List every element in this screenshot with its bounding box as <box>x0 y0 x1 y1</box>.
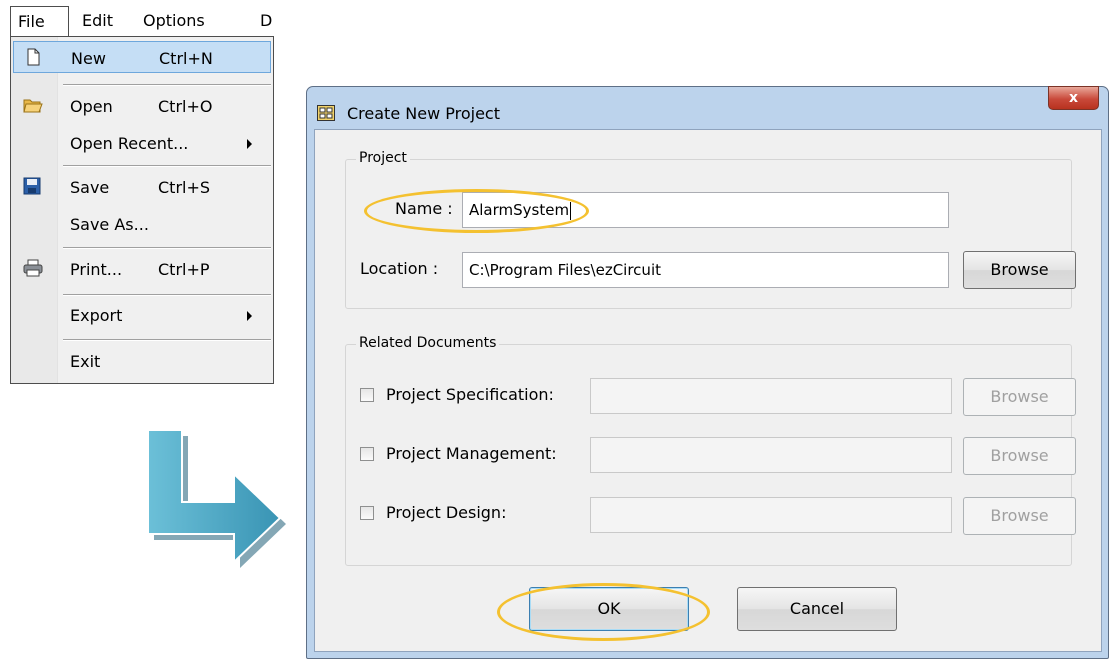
menu-options[interactable]: Options <box>143 11 205 30</box>
menu-item-shortcut: Ctrl+P <box>158 260 210 279</box>
project-design-checkbox[interactable] <box>360 506 374 520</box>
project-management-label: Project Management: <box>386 444 557 463</box>
menu-item-save-as[interactable]: Save As... <box>13 208 271 240</box>
menu-item-label: Open Recent... <box>70 134 189 153</box>
close-button[interactable]: x <box>1048 86 1099 110</box>
open-folder-icon <box>23 96 43 114</box>
name-input[interactable]: AlarmSystem <box>462 192 949 228</box>
project-management-checkbox[interactable] <box>360 447 374 461</box>
project-design-label: Project Design: <box>386 503 507 522</box>
menu-item-export[interactable]: Export <box>13 299 271 331</box>
menu-separator <box>63 339 271 341</box>
name-input-value: AlarmSystem <box>469 201 570 219</box>
menu-item-new[interactable]: New Ctrl+N <box>13 41 271 73</box>
menu-separator <box>63 247 271 249</box>
project-specification-label: Project Specification: <box>386 385 554 404</box>
menu-separator <box>63 294 271 296</box>
menu-separator <box>63 165 271 167</box>
cancel-button-label: Cancel <box>789 599 845 618</box>
menu-item-shortcut: Ctrl+N <box>159 49 213 68</box>
menu-item-label: Exit <box>70 352 101 371</box>
name-label: Name : <box>395 199 453 218</box>
menu-item-shortcut: Ctrl+O <box>158 97 213 116</box>
create-new-project-dialog: Create New Project x Project Name : Alar… <box>306 86 1109 659</box>
browse-button-label: Browse <box>990 387 1049 406</box>
related-documents-title: Related Documents <box>356 335 500 351</box>
menu-item-exit[interactable]: Exit <box>13 345 271 377</box>
submenu-arrow-icon <box>247 139 252 149</box>
menu-item-print[interactable]: Print... Ctrl+P <box>13 253 271 285</box>
menu-item-label: Save <box>70 178 110 197</box>
project-specification-browse-button[interactable]: Browse <box>963 378 1076 416</box>
browse-button-label: Browse <box>990 506 1049 525</box>
dialog-client-area: Project Name : AlarmSystem Location : C:… <box>314 129 1102 652</box>
flow-arrow-icon <box>140 429 290 574</box>
menu-item-label: Export <box>70 306 123 325</box>
new-file-icon <box>24 48 42 66</box>
menu-item-open-recent[interactable]: Open Recent... <box>13 127 271 159</box>
save-disk-icon <box>23 177 41 195</box>
location-input-value: C:\Program Files\ezCircuit <box>469 261 661 279</box>
ok-button[interactable]: OK <box>529 587 689 631</box>
menu-edit[interactable]: Edit <box>82 11 113 30</box>
project-design-input[interactable] <box>590 497 952 533</box>
close-icon: x <box>1068 90 1079 106</box>
location-input[interactable]: C:\Program Files\ezCircuit <box>462 252 949 288</box>
project-group-title: Project <box>356 150 410 166</box>
related-documents-group: Related Documents Project Specification:… <box>345 335 1076 566</box>
menu-d[interactable]: D <box>260 11 272 30</box>
menu-item-label: New <box>71 49 106 68</box>
cancel-button[interactable]: Cancel <box>737 587 897 631</box>
file-menu-dropdown: New Ctrl+N Open Ctrl+O Open Recent... Sa… <box>10 36 274 384</box>
dialog-title-bar[interactable]: Create New Project x <box>307 86 1108 127</box>
project-specification-input[interactable] <box>590 378 952 414</box>
submenu-arrow-icon <box>247 311 252 321</box>
menu-item-label: Open <box>70 97 113 116</box>
project-management-browse-button[interactable]: Browse <box>963 437 1076 475</box>
menu-file-label: File <box>18 12 45 31</box>
browse-button-label: Browse <box>990 260 1049 279</box>
menu-item-open[interactable]: Open Ctrl+O <box>13 90 271 122</box>
menu-item-save[interactable]: Save Ctrl+S <box>13 171 271 203</box>
project-specification-checkbox[interactable] <box>360 388 374 402</box>
browse-button-label: Browse <box>990 446 1049 465</box>
printer-icon <box>23 259 43 277</box>
dialog-title: Create New Project <box>347 104 500 123</box>
text-caret <box>570 201 572 220</box>
menu-item-shortcut: Ctrl+S <box>158 178 211 197</box>
project-design-browse-button[interactable]: Browse <box>963 497 1076 535</box>
menu-separator <box>63 84 271 86</box>
menu-item-label: Print... <box>70 260 123 279</box>
app-icon <box>317 105 335 125</box>
location-browse-button[interactable]: Browse <box>963 251 1076 289</box>
project-group: Project Name : AlarmSystem Location : C:… <box>345 150 1076 309</box>
menu-bar: File Edit Options D <box>10 6 272 38</box>
location-label: Location : <box>360 259 439 278</box>
menu-item-label: Save As... <box>70 215 149 234</box>
ok-button-label: OK <box>597 599 621 618</box>
project-management-input[interactable] <box>590 437 952 473</box>
menu-file[interactable]: File <box>10 6 69 38</box>
